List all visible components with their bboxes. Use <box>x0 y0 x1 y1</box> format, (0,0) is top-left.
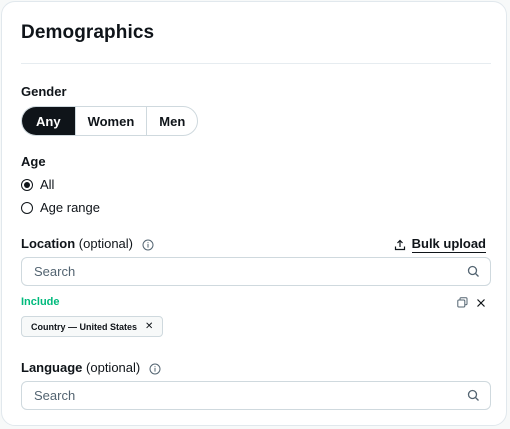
radio-selected[interactable] <box>21 178 33 191</box>
location-label: Location (optional) <box>21 236 154 251</box>
location-search-input[interactable] <box>32 263 490 280</box>
language-label: Language (optional) <box>21 360 161 375</box>
location-search[interactable] <box>21 257 491 286</box>
section-title: Demographics <box>21 22 155 43</box>
info-icon[interactable] <box>142 239 154 251</box>
location-optional-text: (optional) <box>78 236 133 251</box>
language-optional-text: (optional) <box>86 360 141 375</box>
gender-option-men[interactable]: Men <box>146 107 197 135</box>
language-search-input[interactable] <box>32 387 490 404</box>
copy-icon[interactable] <box>457 297 468 308</box>
gender-option-any[interactable]: Any <box>22 107 75 135</box>
search-icon <box>467 389 479 401</box>
search-icon <box>467 265 479 277</box>
demographics-card: Demographics Gender Any Women Men Age Al… <box>1 1 507 426</box>
gender-option-women[interactable]: Women <box>74 107 147 135</box>
location-chip-label: Country — United States <box>31 321 138 332</box>
language-label-text: Language <box>21 360 83 375</box>
info-icon[interactable] <box>149 363 161 375</box>
location-label-text: Location <box>21 236 76 251</box>
include-actions <box>457 297 486 308</box>
radio-unselected[interactable] <box>21 201 33 214</box>
bulk-upload-button[interactable]: Bulk upload <box>394 237 486 253</box>
include-label: Include <box>21 296 60 308</box>
bulk-upload-label: Bulk upload <box>411 236 486 253</box>
gender-label: Gender <box>21 84 67 99</box>
age-label: Age <box>21 154 46 169</box>
radio-dot <box>24 181 30 188</box>
divider <box>21 63 491 64</box>
language-search[interactable] <box>21 381 491 410</box>
age-option-all-label: All <box>40 177 55 192</box>
location-chip: Country — United States ✕ <box>21 316 164 337</box>
age-option-all[interactable]: All <box>21 177 54 192</box>
chip-remove-icon[interactable]: ✕ <box>145 321 153 332</box>
close-icon[interactable] <box>476 298 486 308</box>
gender-segmented-control: Any Women Men <box>21 106 199 136</box>
age-option-range[interactable]: Age range <box>21 200 100 215</box>
upload-icon <box>394 239 405 251</box>
age-option-range-label: Age range <box>40 200 100 215</box>
